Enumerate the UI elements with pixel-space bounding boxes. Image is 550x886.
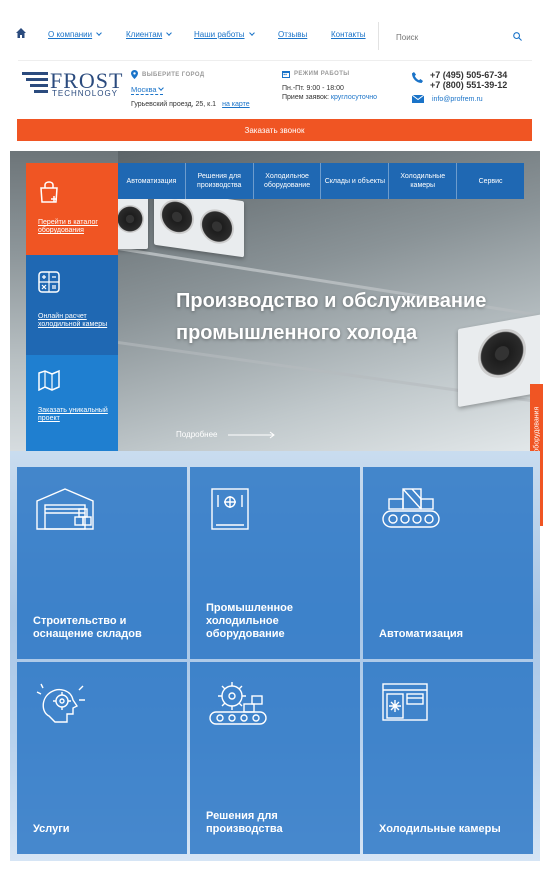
tile-cold-rooms[interactable]: Холодильные камеры (363, 662, 533, 854)
more-link[interactable]: Подробнее (176, 430, 276, 439)
category-automation[interactable]: Автоматизация (118, 163, 186, 199)
calculator-link[interactable]: Онлайн расчет холодильной камеры (38, 313, 108, 329)
tile-production[interactable]: Решения для производства (190, 662, 360, 854)
phone-primary[interactable]: +7 (495) 505-67-34 (430, 70, 507, 80)
city-label: ВЫБЕРИТЕ ГОРОД (142, 71, 205, 78)
calculator-panel[interactable]: Онлайн расчет холодильной камеры (26, 255, 118, 355)
category-production[interactable]: Решения для производства (186, 163, 254, 199)
nav-divider (378, 22, 379, 50)
search-icon[interactable] (513, 32, 522, 41)
search-input[interactable] (386, 26, 506, 48)
hours-block: РЕЖИМ РАБОТЫ Пн.-Пт. 9:00 - 18:00 Прием … (282, 70, 377, 101)
working-hours: Пн.-Пт. 9:00 - 18:00 (282, 85, 344, 92)
chevron-down-icon (166, 30, 173, 36)
header-divider (18, 60, 532, 61)
hero-title: Производство и обслуживание промышленног… (176, 290, 487, 344)
cold-room-icon (382, 683, 428, 721)
tile-automation[interactable]: Автоматизация (363, 467, 533, 659)
catalog-panel[interactable]: Перейти в каталог оборудования (26, 163, 118, 255)
tile-industrial-equipment[interactable]: Промышленное холодильное оборудование (190, 467, 360, 659)
chevron-down-icon (248, 30, 255, 36)
tile-label: Промышленное холодильное оборудование (206, 602, 293, 640)
map-link[interactable]: на карте (222, 101, 250, 108)
nav-item-works[interactable]: Наши работы (194, 30, 255, 39)
search-box (386, 26, 532, 48)
hero-banner: Перейти в каталог оборудования Онлайн ра… (10, 151, 540, 451)
nav-item-clients[interactable]: Клиентам (126, 30, 173, 39)
category-service[interactable]: Сервис (457, 163, 524, 199)
map-icon (38, 369, 60, 391)
chevron-down-icon (157, 85, 164, 91)
calculator-icon (38, 271, 60, 293)
category-refrigeration[interactable]: Холодильное оборудование (254, 163, 322, 199)
email-link[interactable]: info@profrem.ru (432, 96, 483, 103)
top-navigation: О компании Клиентам Наши работы Отзывы К… (0, 0, 550, 62)
arrow-right-icon (227, 431, 275, 438)
production-icon (209, 682, 267, 725)
tile-label: Холодильные камеры (379, 823, 501, 835)
phone-icon (412, 72, 423, 83)
tile-services[interactable]: Услуги (17, 662, 187, 854)
calendar-icon (282, 71, 290, 78)
category-warehouses[interactable]: Склады и объекты (321, 163, 390, 199)
phone-secondary[interactable]: +7 (800) 551-39-12 (430, 80, 507, 90)
logo-lines-icon (22, 72, 48, 93)
chevron-down-icon (96, 30, 102, 36)
orders-hours: Прием заявок: круглосуточно (282, 94, 377, 101)
nav-item-about[interactable]: О компании (48, 30, 102, 39)
city-selector[interactable]: Москва (131, 85, 164, 95)
mail-icon (412, 95, 424, 103)
callback-button[interactable]: Заказать звонок (17, 119, 532, 141)
nav-item-contacts[interactable]: Контакты (331, 30, 366, 39)
address: Гурьевский проезд, 25, к.1 на карте (131, 101, 250, 108)
tile-label: Решения для производства (206, 810, 283, 835)
tile-label: Строительство и оснащение складов (33, 615, 142, 640)
category-cold-rooms[interactable]: Холодильные камеры (389, 163, 458, 199)
fridge-icon (211, 488, 249, 530)
logo[interactable]: FROST TECHNOLOGY (22, 68, 122, 102)
location-pin-icon (131, 70, 138, 79)
warehouse-icon (36, 488, 94, 530)
shopping-bag-icon (40, 181, 58, 203)
tile-label: Услуги (33, 823, 70, 835)
gear-head-icon (36, 683, 85, 723)
project-panel[interactable]: Заказать уникальный проект (26, 355, 118, 451)
contacts-block: +7 (495) 505-67-34 +7 (800) 551-39-12 in… (412, 70, 507, 103)
tile-warehouses[interactable]: Строительство и оснащение складов (17, 467, 187, 659)
hours-label: РЕЖИМ РАБОТЫ (294, 71, 350, 77)
logo-subtitle: TECHNOLOGY (52, 89, 119, 98)
conveyor-icon (382, 488, 440, 528)
catalog-link[interactable]: Перейти в каталог оборудования (38, 219, 108, 235)
category-menu: Автоматизация Решения для производства Х… (118, 163, 524, 199)
nav-item-reviews[interactable]: Отзывы (278, 30, 307, 39)
project-link[interactable]: Заказать уникальный проект (38, 407, 108, 423)
tile-label: Автоматизация (379, 628, 464, 640)
home-icon[interactable] (16, 28, 26, 38)
city-block: ВЫБЕРИТЕ ГОРОД Москва Гурьевский проезд,… (131, 70, 250, 108)
